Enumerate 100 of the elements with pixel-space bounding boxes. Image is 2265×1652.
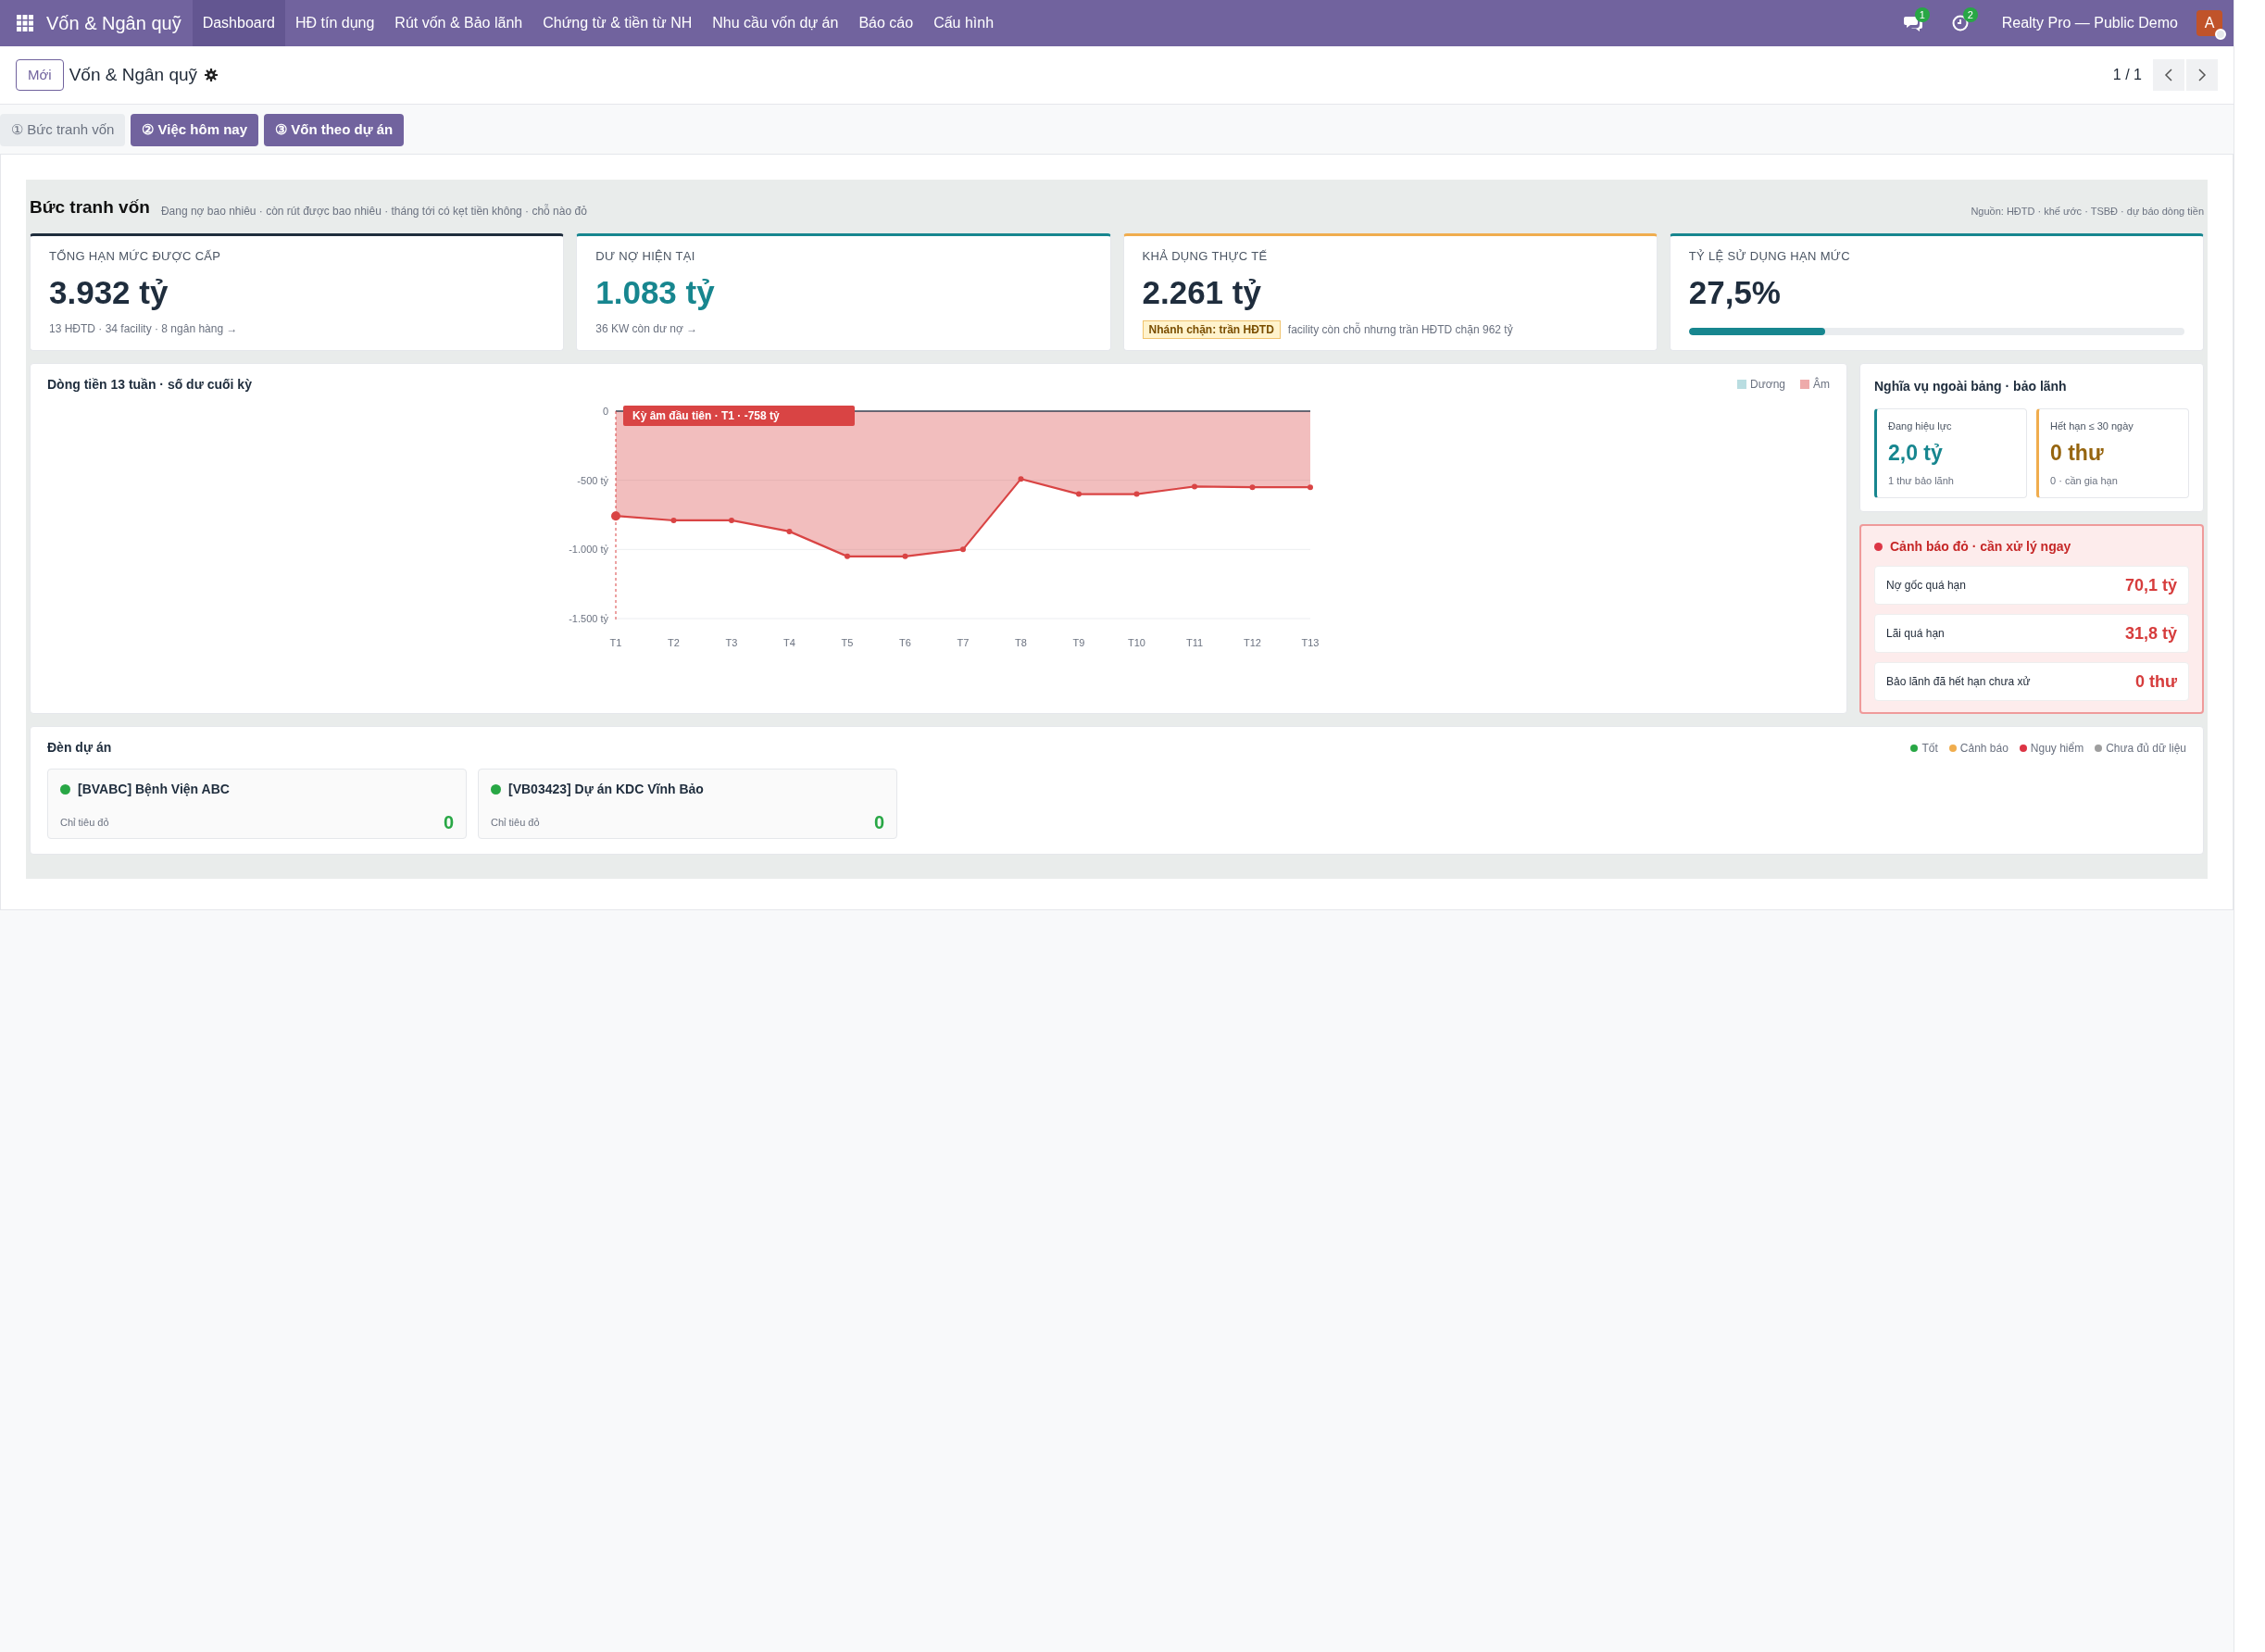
- next-button[interactable]: [2186, 59, 2218, 91]
- data-point: [670, 517, 677, 523]
- card-title: Nghĩa vụ ngoài bảng · bảo lãnh: [1874, 378, 2067, 394]
- count-badge: 2: [1962, 7, 1978, 22]
- project-tile[interactable]: [BVABC] Bệnh Viện ABC Chỉ tiêu đỏ 0: [47, 769, 467, 840]
- kpi-value: 27,5%: [1688, 273, 1782, 312]
- data-point: [611, 510, 620, 520]
- kpi-note[interactable]: 36 KW còn dư nợ →: [595, 319, 1092, 337]
- chevron-left-icon: [2164, 69, 2173, 81]
- tile-label: Hết hạn ≤ 30 ngày: [2050, 419, 2134, 433]
- axis-tick-label: 0: [602, 405, 608, 417]
- legend-label: Tốt: [1921, 740, 1938, 757]
- axis-tick-label: T3: [725, 636, 738, 648]
- axis-tick-label: T2: [668, 636, 680, 648]
- axis-tick-label: -1.000 tỷ: [569, 544, 608, 556]
- card-title: Đèn dự án: [47, 739, 112, 757]
- menu-item[interactable]: Dashboard: [192, 0, 285, 46]
- legend-label: Nguy hiểm: [2030, 740, 2084, 757]
- legend-label: Dương: [1750, 377, 1785, 394]
- project-name: [BVABC] Bệnh Viện ABC: [78, 781, 230, 799]
- annotation-label: Kỳ âm đầu tiên · T1 · -758 tỷ: [632, 408, 780, 422]
- data-point: [1133, 491, 1140, 497]
- section-tab[interactable]: ① Bức tranh vốn: [0, 114, 126, 146]
- tile-value: 2,0 tỷ: [1888, 440, 1944, 468]
- menu-item[interactable]: Chứng từ & tiền từ NH: [532, 0, 703, 46]
- kpi-label: TỶ LỆ SỬ DỤNG HẠN MỨC: [1688, 247, 1851, 265]
- data-point: [786, 528, 793, 534]
- legend-label: Âm: [1813, 376, 1830, 394]
- axis-tick-label: T1: [609, 636, 622, 648]
- data-point: [960, 546, 966, 553]
- alert-row[interactable]: Nợ gốc quá hạn 70,1 tỷ: [1874, 566, 2189, 606]
- pager-value: 1 / 1: [2112, 66, 2142, 84]
- project-tile[interactable]: [VB03423] Dự án KDC Vĩnh Bảo Chỉ tiêu đỏ 0: [478, 769, 897, 840]
- settings-icon[interactable]: [205, 69, 219, 81]
- axis-tick-label: T12: [1244, 636, 1261, 648]
- alert-row[interactable]: Lãi quá hạn 31,8 tỷ: [1874, 614, 2189, 654]
- axis-tick-label: T7: [957, 636, 970, 648]
- legend-label: Chưa đủ dữ liệu: [2106, 740, 2186, 757]
- status-badge: Nhánh chặn: trần HĐTD: [1142, 319, 1281, 339]
- data-point: [1249, 483, 1256, 490]
- axis-tick-label: T4: [783, 636, 795, 648]
- data-point: [902, 553, 908, 559]
- app-name[interactable]: Vốn & Ngân quỹ: [46, 9, 181, 37]
- page-title: Vốn & Ngân quỹ: [69, 63, 198, 86]
- project-name: [VB03423] Dự án KDC Vĩnh Bảo: [508, 781, 704, 799]
- axis-tick-label: -500 tỷ: [577, 474, 608, 486]
- menu-item[interactable]: Rút vốn & Bảo lãnh: [384, 0, 533, 46]
- chevron-right-icon: [2197, 69, 2207, 81]
- menu-item[interactable]: HĐ tín dụng: [284, 0, 385, 46]
- metric-value: 0: [443, 811, 454, 835]
- axis-tick-label: T10: [1128, 636, 1145, 648]
- kpi-value: 2.261 tỷ: [1142, 273, 1262, 312]
- axis-tick-label: T11: [1185, 636, 1204, 648]
- status-icon: [2215, 29, 2226, 40]
- alert-row[interactable]: Bảo lãnh đã hết hạn chưa xử 0 thư: [1874, 662, 2189, 702]
- alert-value: 31,8 tỷ: [2124, 622, 2177, 645]
- alert-label: Bảo lãnh đã hết hạn chưa xử: [1886, 674, 2031, 691]
- tile-note: 1 thư bảo lãnh: [1888, 473, 1955, 488]
- axis-tick-label: T6: [899, 636, 911, 648]
- tile-value: 0 thư: [2050, 440, 2105, 468]
- menu-item[interactable]: Cấu hình: [923, 0, 1005, 46]
- data-point: [1192, 483, 1197, 490]
- alert-value: 0 thư: [2134, 670, 2177, 693]
- kpi-value: 3.932 tỷ: [49, 273, 169, 312]
- data-point: [1076, 491, 1082, 497]
- new-button[interactable]: Mới: [16, 59, 64, 91]
- metric-label: Chỉ tiêu đỏ: [60, 816, 109, 830]
- section-tab[interactable]: ③ Vốn theo dự án: [264, 114, 405, 146]
- kpi-note: facility còn chỗ nhưng trần HĐTD chặn 962 tỷ: [1287, 321, 1513, 338]
- apps-grid-icon[interactable]: [17, 15, 33, 31]
- kpi-note[interactable]: 13 HĐTD · 34 facility · 8 ngân hàng →: [49, 319, 545, 337]
- clock-icon[interactable]: [1951, 15, 1969, 31]
- kpi-value: 1.083 tỷ: [595, 273, 716, 312]
- menu-item[interactable]: Báo cáo: [848, 0, 924, 46]
- tile-note: 0 · cần gia hạn: [2050, 473, 2119, 488]
- kpi-label: KHẢ DỤNG THỰC TẾ: [1142, 247, 1269, 265]
- legend-label: Cảnh báo: [1959, 740, 2008, 757]
- section-tab[interactable]: ② Việc hôm nay: [131, 114, 259, 146]
- axis-tick-label: T8: [1015, 636, 1027, 648]
- axis-tick-label: T9: [1072, 636, 1085, 648]
- alert-value: 70,1 tỷ: [2124, 574, 2177, 596]
- kpi-label: TỔNG HẠN MỨC ĐƯỢC CẤP: [49, 247, 222, 265]
- data-point: [729, 517, 734, 523]
- data-point: [1308, 483, 1313, 490]
- tile-label: Đang hiệu lực: [1888, 419, 1953, 433]
- section-subtitle: Đang nợ bao nhiêu · còn rút được bao nhiêu · tháng tới có kẹt tiền không · chỗ nào đỏ: [160, 203, 587, 219]
- alert-label: Lãi quá hạn: [1886, 626, 1945, 643]
- axis-tick-label: T5: [841, 636, 854, 648]
- legend-swatch: [1800, 380, 1809, 390]
- source-note: Nguồn: HĐTD · khế ước · TSBĐ · dự báo dòng tiền: [1971, 205, 2204, 219]
- data-point: [1018, 475, 1024, 482]
- kpi-label: DƯ NỢ HIỆN TẠI: [595, 247, 696, 265]
- axis-tick-label: -1.500 tỷ: [569, 612, 608, 624]
- count-badge: 1: [1914, 7, 1930, 22]
- axis-tick-label: T13: [1301, 636, 1320, 648]
- menu-item[interactable]: Nhu cầu vốn dự án: [702, 0, 849, 46]
- user-avatar[interactable]: A: [2196, 10, 2222, 36]
- company-name[interactable]: Realty Pro — Public Demo: [2001, 12, 2178, 34]
- data-point: [845, 553, 850, 559]
- alert-title: Cảnh báo đỏ · cần xử lý ngay: [1890, 538, 2071, 557]
